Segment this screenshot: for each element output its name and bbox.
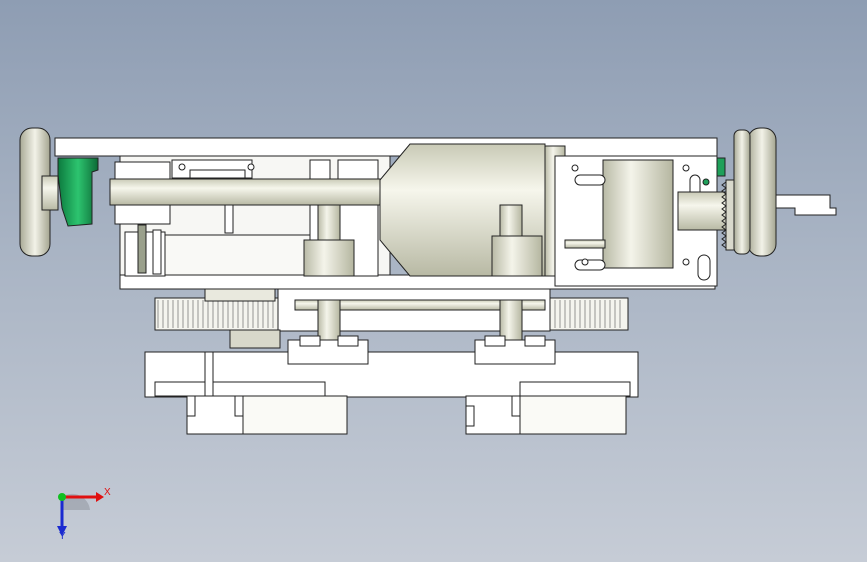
- screw-head: [682, 164, 690, 172]
- right-wheel: [747, 127, 777, 257]
- plate-slot: [574, 259, 606, 271]
- gear-spacer: [204, 288, 276, 302]
- carriage-rail: [519, 381, 631, 397]
- y-axis-dot: [58, 493, 66, 501]
- stepper-motor: [602, 159, 674, 269]
- x-arrowhead: [96, 492, 104, 502]
- screw-head: [178, 163, 186, 171]
- plate-slot: [697, 254, 711, 281]
- cad-viewport[interactable]: X Y: [0, 0, 867, 562]
- left-post: [137, 224, 147, 274]
- left-green-clamp: [57, 157, 99, 227]
- carriage-divider: [204, 351, 214, 397]
- screw-head: [571, 164, 579, 172]
- pillar: [317, 299, 341, 341]
- right-foot-pad: [519, 395, 627, 435]
- carriage-rail: [209, 381, 326, 397]
- left-gear: [154, 297, 281, 331]
- pillar: [499, 299, 523, 341]
- screw-head: [682, 258, 690, 266]
- y-axis-label: Y: [59, 531, 66, 542]
- right-wheel-hub: [733, 129, 751, 255]
- lower-spacer: [229, 329, 281, 349]
- right-green-dot: [702, 178, 710, 186]
- guide-rod: [564, 239, 606, 249]
- x-axis-label: X: [104, 487, 111, 498]
- plate-slot: [574, 174, 606, 186]
- main-shaft: [109, 178, 401, 206]
- post-collar: [303, 239, 355, 277]
- foot-lug: [234, 395, 244, 417]
- pillar-cap: [337, 335, 359, 347]
- screw-head: [581, 258, 589, 266]
- left-post: [152, 229, 162, 275]
- right-hook-bracket: [769, 194, 837, 216]
- machine-assembly-view[interactable]: [0, 0, 867, 562]
- upright: [224, 204, 234, 234]
- pillar-cap: [524, 335, 546, 347]
- bracket-slot: [189, 169, 246, 179]
- top-frame-rail: [54, 137, 718, 157]
- left-foot-pad: [242, 395, 348, 435]
- left-axle: [41, 175, 59, 211]
- lower-left-block: [159, 234, 311, 276]
- foot-lug: [465, 405, 475, 427]
- screw-head: [247, 163, 255, 171]
- pillar-cap: [484, 335, 506, 347]
- pillar-cap: [299, 335, 321, 347]
- foot-lug: [186, 395, 196, 417]
- coordinate-triad: [57, 492, 104, 536]
- right-green-marker: [716, 157, 726, 177]
- foot-lug: [511, 395, 521, 417]
- post-collar: [491, 235, 543, 277]
